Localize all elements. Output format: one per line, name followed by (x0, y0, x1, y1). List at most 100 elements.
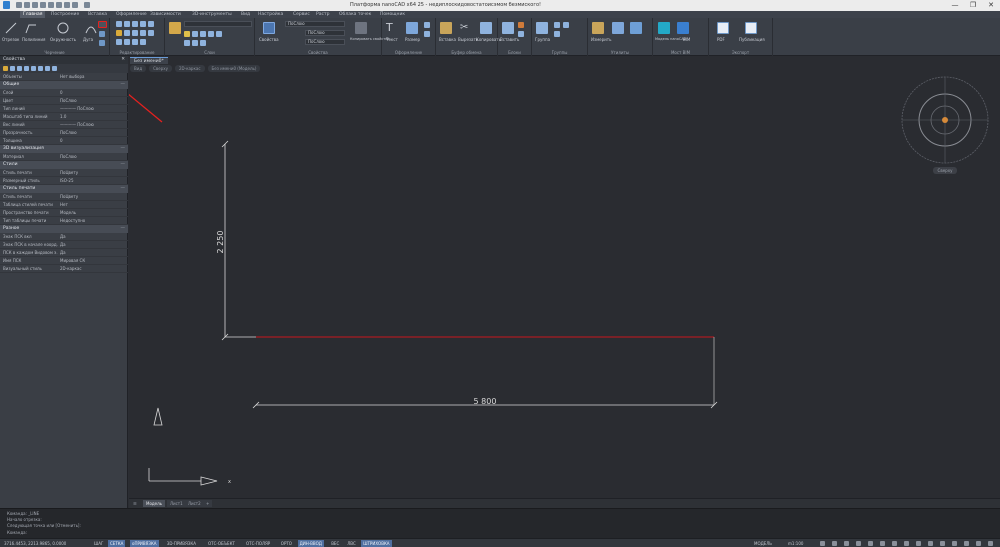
notifications-icon[interactable] (976, 541, 981, 546)
bim-label[interactable]: BIM (683, 37, 690, 42)
pdf-export-label[interactable]: PDF (717, 37, 725, 42)
panel-close-icon[interactable]: ✕ (121, 56, 125, 64)
lock-icon[interactable] (844, 541, 849, 546)
coordinates[interactable]: 3716.4453, 2213.9865, 0.0000 (2, 540, 68, 547)
quick-select-icon[interactable] (630, 22, 642, 34)
annotation-scale[interactable]: m1:100 (786, 540, 805, 547)
layer-match-icon[interactable] (216, 31, 222, 37)
hatch-tool-icon[interactable] (99, 31, 105, 37)
property-value[interactable]: ПоЦвету (60, 169, 78, 177)
fullscreen-icon[interactable] (880, 541, 885, 546)
property-value[interactable]: Модель (60, 209, 76, 217)
property-value[interactable]: ———— ПоСлою (60, 121, 94, 129)
viewcube-center-icon[interactable] (942, 117, 948, 123)
minimize-button[interactable]: — (946, 0, 964, 11)
property-value[interactable]: ПоСлою (60, 153, 77, 161)
property-value[interactable]: Да (60, 249, 66, 257)
explode-icon[interactable] (124, 39, 130, 45)
property-row[interactable]: Знак ПСК вкл Да (0, 233, 128, 241)
arc-tool-label[interactable]: Дуга (83, 37, 93, 42)
properties-section-header[interactable]: Стили — (0, 161, 128, 169)
offset-icon[interactable] (148, 30, 154, 36)
open-file-icon[interactable] (24, 2, 30, 8)
objects-row[interactable]: Объекты Нет выбора (0, 73, 128, 81)
collapse-icon[interactable]: — (121, 225, 126, 233)
status-toggle[interactable]: ДИН-ВВОД (297, 540, 324, 547)
property-row[interactable]: Масштаб типа линий 1.0 (0, 113, 128, 121)
tab-tools[interactable]: Сервис (293, 11, 310, 18)
tab-build[interactable]: Построение (51, 11, 79, 18)
print-icon[interactable] (48, 2, 54, 8)
ungroup-icon[interactable] (554, 22, 560, 28)
tab-raster[interactable]: Растр (316, 11, 329, 18)
dimension-tool-icon[interactable] (406, 22, 418, 34)
property-value[interactable]: ISO-25 (60, 177, 74, 185)
properties-panel-icon[interactable] (263, 22, 275, 34)
tab-view[interactable]: Вид (241, 11, 250, 18)
publish-icon[interactable] (745, 22, 757, 34)
cut-icon[interactable]: ✂ (460, 22, 472, 34)
property-value[interactable]: ПоЦвету (60, 193, 78, 201)
property-row[interactable]: Таблица стилей печати Нет (0, 201, 128, 209)
insert-block-icon[interactable] (502, 22, 514, 34)
description-icon[interactable] (45, 66, 50, 71)
units-icon[interactable] (892, 541, 897, 546)
collapse-icon[interactable]: — (121, 161, 126, 169)
leader-icon[interactable] (424, 22, 430, 28)
layer-freeze-icon[interactable] (192, 31, 198, 37)
status-toggle[interactable]: СЕТКА (108, 540, 126, 547)
arrow-icon[interactable] (72, 2, 78, 8)
rotate-icon[interactable] (124, 21, 130, 27)
break-icon[interactable] (132, 39, 138, 45)
save-icon[interactable] (32, 2, 38, 8)
array-icon[interactable] (140, 30, 146, 36)
annotation-visibility-icon[interactable] (820, 541, 825, 546)
properties-tool-label[interactable]: Свойства (259, 37, 279, 42)
properties-section-header[interactable]: Разное — (0, 225, 128, 233)
drawing-area[interactable]: Без имени0* Вид Сверху 2D-каркас Без име… (129, 56, 1000, 498)
viewcube[interactable]: Сверху (901, 76, 989, 174)
redo-icon[interactable] (64, 2, 70, 8)
create-block-icon[interactable] (518, 22, 524, 28)
collapse-icon[interactable]: — (121, 81, 126, 89)
calculator-icon[interactable] (612, 22, 624, 34)
paste-icon[interactable] (440, 22, 452, 34)
lineweight-dropdown[interactable]: ПоСлою (305, 39, 345, 45)
arc-tool-icon[interactable] (84, 21, 98, 35)
grid-settings-icon[interactable] (916, 541, 921, 546)
layer-off-icon[interactable] (184, 40, 190, 46)
tab-insert[interactable]: Вставка (88, 11, 107, 18)
properties-section-header[interactable]: 3D визуализация — (0, 145, 128, 153)
command-prompt[interactable]: Команда: (7, 530, 27, 535)
tab-home[interactable]: Главная (20, 11, 46, 18)
circle-tool-label[interactable]: Окружность (50, 37, 76, 42)
isolate-icon[interactable] (856, 541, 861, 546)
property-row[interactable]: Стиль печати ПоЦвету (0, 193, 128, 201)
polyline-tool-icon[interactable] (24, 21, 38, 35)
property-value[interactable]: 2D-каркас (60, 265, 82, 273)
property-row[interactable]: Вес линий ———— ПоСлою (0, 121, 128, 129)
line-tool-label[interactable]: Отрезок (2, 37, 19, 42)
status-toggle[interactable]: оПРИВЯЗКА (130, 540, 159, 547)
menu-icon[interactable] (988, 541, 993, 546)
group-select-icon[interactable] (563, 22, 569, 28)
publish-label[interactable]: Публикация (739, 37, 765, 42)
insert-block-label[interactable]: Вставить (500, 37, 519, 42)
property-value[interactable]: ———— ПоСлою (60, 105, 94, 113)
move-icon[interactable] (116, 21, 122, 27)
stretch-icon[interactable] (124, 30, 130, 36)
table-icon[interactable] (424, 31, 430, 37)
property-row[interactable]: Тип таблицы печати Недоступно (0, 217, 128, 225)
status-toggle[interactable]: ШАГ (92, 540, 105, 547)
tab-sheet2[interactable]: Лист2 (185, 500, 204, 507)
fillet-icon[interactable] (116, 30, 122, 36)
line-tool-icon[interactable] (4, 21, 18, 35)
erase-icon[interactable] (116, 39, 122, 45)
property-row[interactable]: Визуальный стиль 2D-каркас (0, 265, 128, 273)
property-value[interactable]: Мировая СК (60, 257, 85, 265)
status-toggle[interactable]: ЛВС (345, 540, 358, 547)
tab-annotate[interactable]: Оформление (116, 11, 147, 18)
tab-point-clouds[interactable]: Облака точек (339, 11, 371, 18)
nanocad-model-label[interactable]: Модель nanoCAD (655, 37, 686, 41)
vertical-dimension-text[interactable]: 2 250 (216, 231, 225, 254)
